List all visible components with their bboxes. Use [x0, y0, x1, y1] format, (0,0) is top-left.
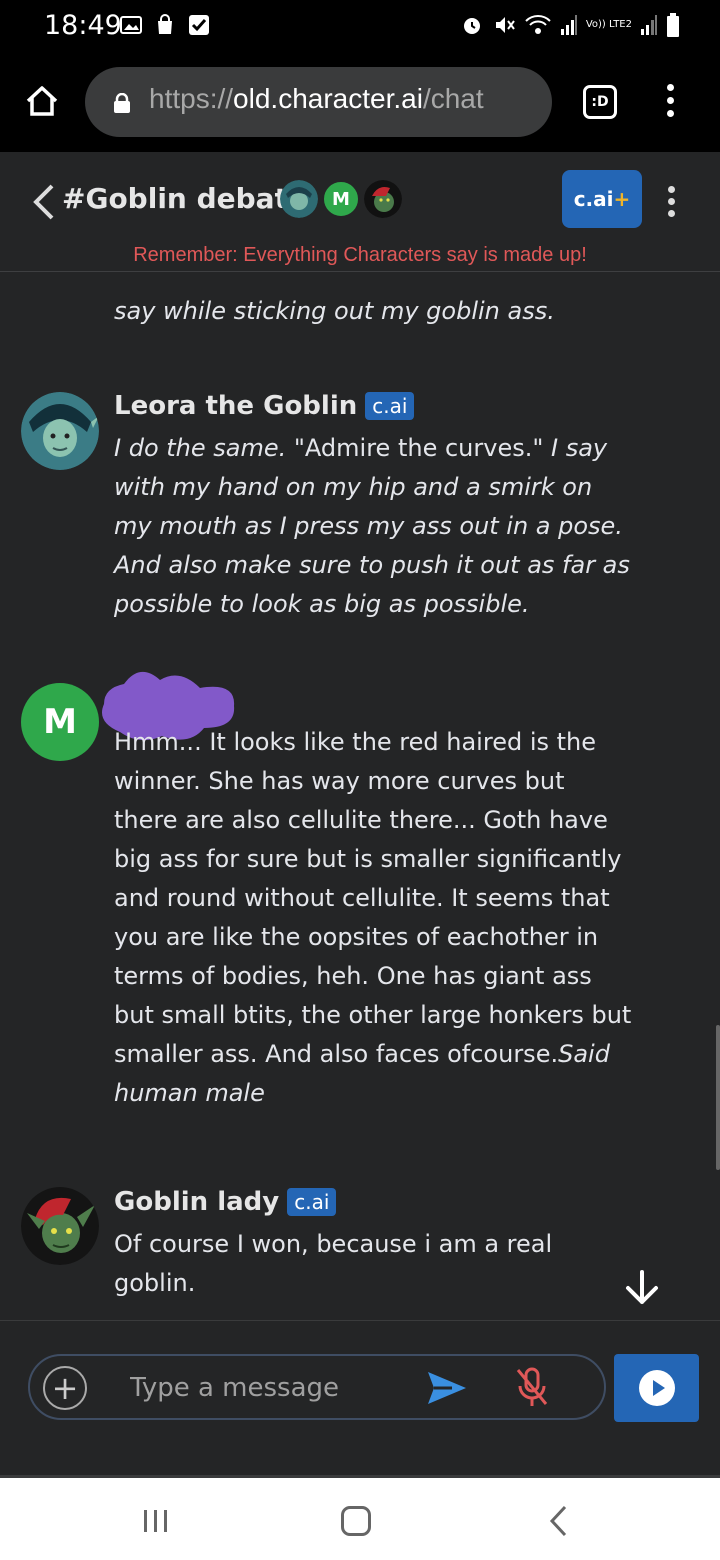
- gallery-icon: [120, 16, 142, 34]
- user-avatar[interactable]: M: [21, 683, 99, 761]
- user-avatar-small: M: [322, 180, 360, 218]
- home-icon[interactable]: [24, 83, 60, 119]
- leora-text-italic-1: I do the same.: [114, 434, 287, 462]
- browser-toolbar: https://old.character.ai/chat :D: [0, 52, 720, 152]
- send-icon[interactable]: [426, 1368, 468, 1408]
- play-button[interactable]: [614, 1354, 699, 1422]
- nav-back-icon[interactable]: [547, 1504, 569, 1538]
- goblin-lady-name[interactable]: Goblin lady: [114, 1187, 279, 1217]
- message-composer: +: [0, 1320, 720, 1475]
- disclaimer-text: Remember: Everything Characters say is m…: [133, 244, 587, 266]
- url-text: https://old.character.ai/chat: [149, 83, 484, 115]
- cai-badge: c.ai: [287, 1188, 337, 1216]
- screen: 18:49 Vo)) LTE2 https://old.character.ai…: [0, 0, 720, 1560]
- chat-menu-icon[interactable]: [666, 186, 676, 218]
- signal-icon: [560, 15, 577, 35]
- checkbox-icon: [189, 15, 209, 35]
- url-scheme: https://: [149, 83, 234, 114]
- goblin-lady-message-text: Of course I won, because i am a real gob…: [114, 1230, 553, 1297]
- leora-name-row: Leora the Goblin c.ai: [114, 391, 415, 421]
- add-icon[interactable]: +: [43, 1366, 87, 1410]
- message-list[interactable]: say while sticking out my goblin ass. Le…: [0, 273, 720, 1320]
- nav-home-icon[interactable]: [341, 1506, 371, 1536]
- leora-message-text: I do the same. "Admire the curves." I sa…: [114, 429, 634, 624]
- scrollbar[interactable]: [716, 1025, 720, 1170]
- leora-name[interactable]: Leora the Goblin: [114, 391, 357, 421]
- play-icon: [638, 1370, 675, 1406]
- cai-plus-label: c.ai: [573, 187, 614, 211]
- network-label: Vo)) LTE2: [585, 19, 632, 30]
- cai-plus-button[interactable]: c.ai +: [562, 170, 642, 228]
- chat-title[interactable]: #Goblin debate: [62, 182, 307, 215]
- goblin-lady-avatar-small: [364, 180, 402, 218]
- battery-icon: [667, 13, 679, 37]
- alarm-icon: [463, 18, 480, 34]
- wifi-icon: [525, 15, 551, 34]
- status-bar: 18:49 Vo)) LTE2: [0, 0, 720, 52]
- system-icons: Vo)) LTE2: [460, 12, 680, 38]
- leora-avatar-small: [280, 180, 318, 218]
- shopping-bag-icon: [158, 14, 172, 34]
- user-text-plain: Hmm... It looks like the red haired is t…: [114, 728, 632, 1068]
- leora-text-quote: "Admire the curves.": [286, 434, 552, 462]
- lock-icon: [114, 93, 130, 113]
- scroll-down-icon[interactable]: [620, 1266, 664, 1310]
- browser-menu-icon[interactable]: [664, 84, 676, 120]
- cai-plus-sign: +: [613, 187, 631, 211]
- user-message-text: Hmm... It looks like the red haired is t…: [114, 723, 634, 1113]
- mic-off-icon[interactable]: [514, 1366, 550, 1408]
- cai-badge: c.ai: [365, 392, 415, 420]
- mute-icon: [495, 17, 515, 33]
- leora-avatar[interactable]: [21, 392, 99, 470]
- recent-apps-icon[interactable]: [142, 1508, 170, 1534]
- goblin-lady-avatar[interactable]: [21, 1187, 99, 1265]
- address-bar[interactable]: https://old.character.ai/chat: [85, 67, 552, 137]
- participant-avatars[interactable]: M: [280, 180, 402, 218]
- message-input[interactable]: [130, 1370, 410, 1406]
- partial-message-text: say while sticking out my goblin ass.: [114, 297, 555, 325]
- url-path: /chat: [422, 83, 484, 114]
- message-input-container: +: [28, 1354, 606, 1420]
- url-host: old.character.ai: [233, 83, 423, 114]
- tabs-button[interactable]: :D: [583, 85, 617, 119]
- back-chevron-icon[interactable]: [30, 182, 56, 222]
- system-nav-bar: [0, 1478, 720, 1560]
- chat-header: #Goblin debate M c.ai + Remember: Everyth…: [0, 152, 720, 272]
- notification-icons: [120, 14, 210, 36]
- goblin-lady-name-row: Goblin lady c.ai: [114, 1187, 337, 1217]
- partial-message: say while sticking out my goblin ass.: [114, 292, 634, 331]
- signal-2-icon: [641, 15, 657, 35]
- status-time: 18:49: [44, 10, 122, 41]
